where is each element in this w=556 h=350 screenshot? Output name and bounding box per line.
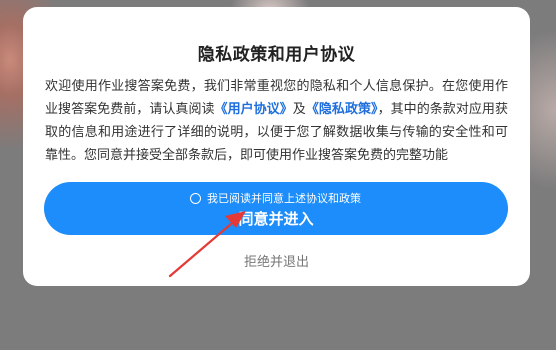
radio-circle-icon (190, 192, 201, 204)
privacy-dialog: 隐私政策和用户协议 欢迎使用作业搜答案免费，我们非常重视您的隐私和个人信息保护。… (23, 7, 530, 286)
and-text: 及 (292, 102, 306, 117)
agree-button-label: 同意并进入 (238, 210, 314, 228)
consent-checkbox[interactable]: 我已阅读并同意上述协议和政策 (190, 190, 361, 206)
consent-label: 我已阅读并同意上述协议和政策 (207, 192, 361, 205)
dialog-body: 欢迎使用作业搜答案免费，我们非常重视您的隐私和个人信息保护。在您使用作业搜答案免… (45, 75, 508, 167)
privacy-policy-link[interactable]: 《隐私政策》 (306, 102, 378, 117)
user-agreement-link[interactable]: 《用户协议》 (215, 102, 293, 117)
dialog-title: 隐私政策和用户协议 (197, 45, 356, 65)
reject-button[interactable]: 拒绝并退出 (23, 251, 530, 270)
